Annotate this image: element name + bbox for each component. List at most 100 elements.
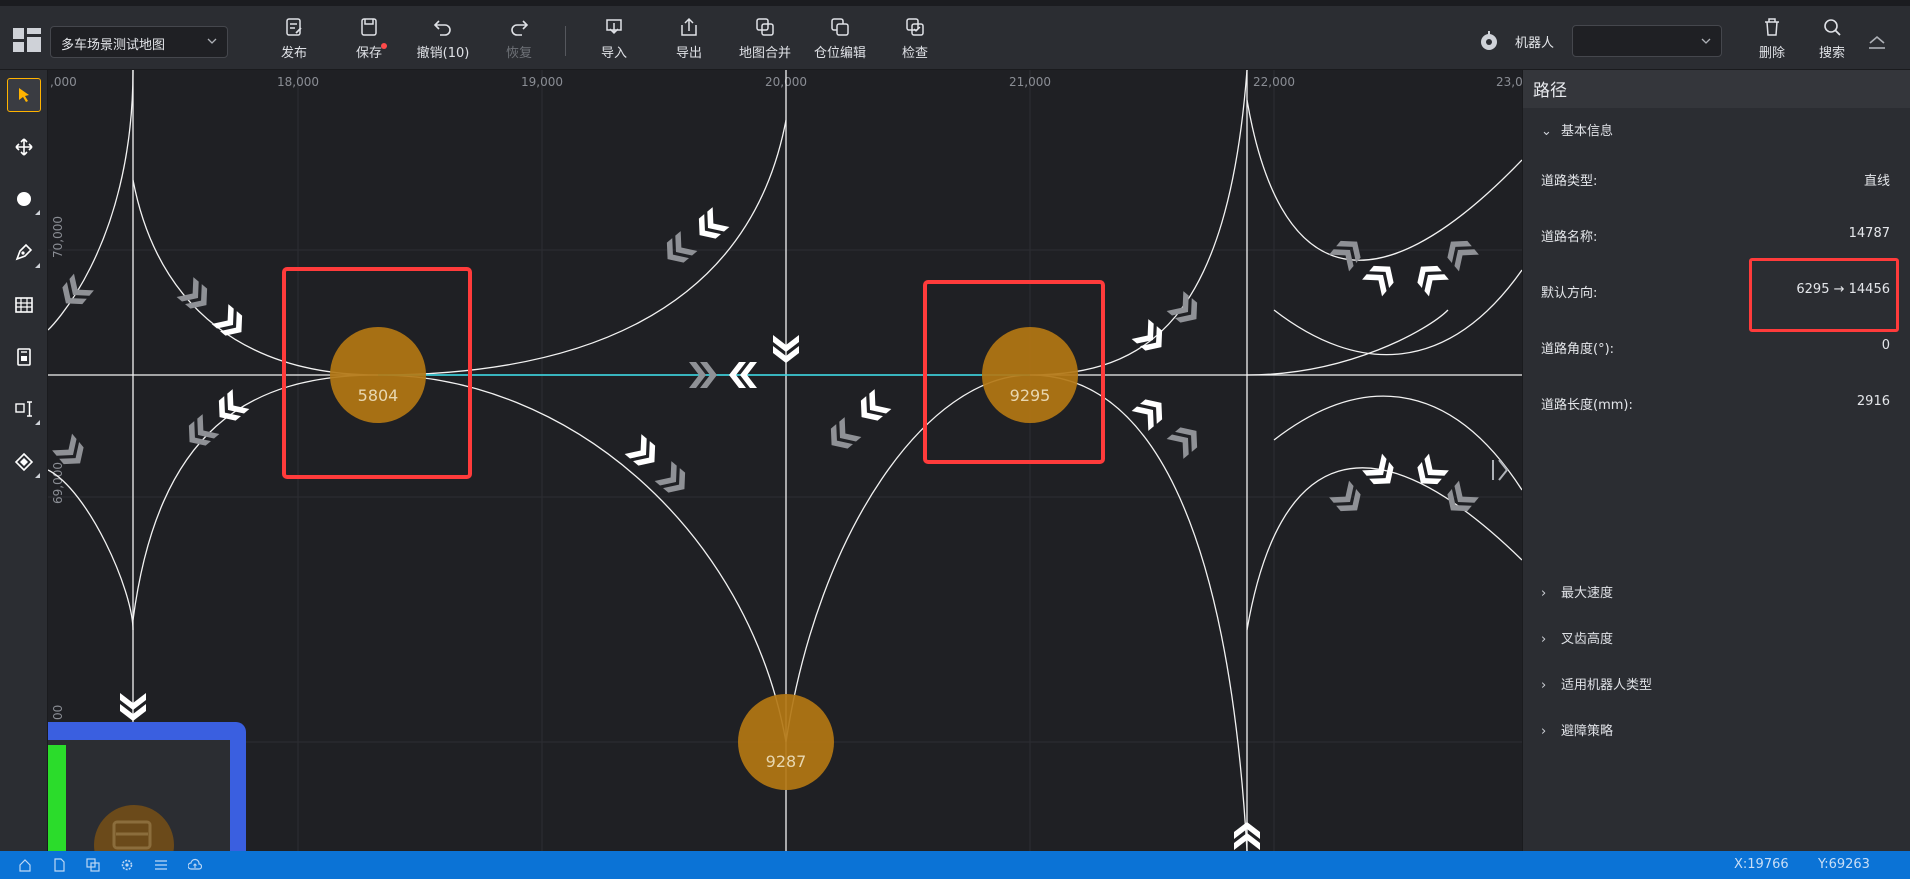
ruler-x-label: 18,000 bbox=[277, 75, 319, 89]
prop-direction-label: 默认方向: bbox=[1541, 286, 1598, 301]
layers-icon[interactable] bbox=[86, 858, 100, 872]
export-button[interactable]: 导出 bbox=[667, 16, 711, 64]
chevron-down-icon bbox=[1701, 38, 1711, 44]
map-drawing[interactable]: ,000 18,000 19,000 20,000 21,000 22,000 … bbox=[48, 70, 1522, 851]
arc bbox=[785, 374, 1031, 743]
node-tool[interactable] bbox=[7, 182, 41, 216]
section-robot-types[interactable]: › 适用机器人类型 bbox=[1541, 674, 1652, 693]
ruler-y-label: 00 bbox=[51, 705, 65, 720]
station-icon bbox=[17, 348, 31, 366]
section-label: 适用机器人类型 bbox=[1561, 678, 1653, 693]
arc bbox=[1246, 467, 1522, 631]
status-bar: X:19766 Y:69263 bbox=[0, 851, 1910, 879]
ruler-x-label: 23,0 bbox=[1496, 75, 1522, 89]
search-label: 搜索 bbox=[1818, 46, 1845, 61]
ruler-x-label: 21,000 bbox=[1009, 75, 1051, 89]
collapse-header-icon[interactable] bbox=[1866, 30, 1888, 52]
trash-icon bbox=[1765, 18, 1779, 36]
section-label: 避障策略 bbox=[1561, 724, 1614, 739]
move-arrows-icon bbox=[15, 138, 33, 156]
chevron-down-icon: ⌄ bbox=[1541, 124, 1552, 139]
bin-edit-button[interactable]: 仓位编辑 bbox=[808, 16, 872, 64]
section-fork-height[interactable]: › 叉齿高度 bbox=[1541, 628, 1613, 647]
ruler-y-label: 69,000 bbox=[51, 462, 65, 504]
chevron-down-icon bbox=[207, 38, 217, 44]
cloud-upload-icon[interactable] bbox=[188, 858, 202, 872]
section-avoidance-strategy[interactable]: › 避障策略 bbox=[1541, 720, 1613, 739]
section-label: 基本信息 bbox=[1561, 124, 1614, 139]
area-tool[interactable] bbox=[7, 445, 41, 479]
undo-label: 撤销(10) bbox=[416, 46, 470, 61]
import-button[interactable]: 导入 bbox=[592, 16, 636, 64]
window-top-strip bbox=[0, 0, 1910, 6]
save-label: 保存 bbox=[355, 46, 382, 61]
robot-icon bbox=[1481, 31, 1497, 50]
submenu-indicator bbox=[35, 473, 40, 478]
merge-icon bbox=[756, 18, 774, 36]
bin-edit-icon bbox=[831, 18, 849, 36]
map-node[interactable]: 9287 bbox=[738, 694, 834, 790]
node-label: 9287 bbox=[766, 752, 807, 771]
submenu-indicator bbox=[35, 420, 40, 425]
search-button[interactable]: 搜索 bbox=[1812, 16, 1852, 64]
app-logo-icon bbox=[13, 28, 41, 52]
publish-icon bbox=[286, 18, 302, 36]
station-tool[interactable] bbox=[7, 340, 41, 374]
save-button[interactable]: 保存 bbox=[347, 16, 391, 64]
prop-road-name-label: 道路名称: bbox=[1541, 230, 1598, 245]
pen-icon bbox=[15, 243, 33, 261]
undo-icon bbox=[433, 20, 451, 36]
publish-button[interactable]: 发布 bbox=[272, 16, 316, 64]
toolbar-divider bbox=[565, 26, 566, 56]
home-icon[interactable] bbox=[18, 858, 32, 872]
robot-label: 机器人 bbox=[1515, 36, 1555, 51]
arc bbox=[1273, 395, 1522, 491]
document-icon[interactable] bbox=[52, 858, 66, 872]
prop-road-type-value: 直线 bbox=[1863, 174, 1890, 189]
check-label: 检查 bbox=[901, 46, 928, 61]
chevron-right-icon: › bbox=[1541, 678, 1547, 693]
delete-button[interactable]: 删除 bbox=[1752, 16, 1792, 64]
gear-icon[interactable] bbox=[120, 858, 134, 872]
save-icon bbox=[361, 18, 377, 36]
cursor-y-readout: Y:69263 bbox=[1818, 857, 1870, 872]
list-icon[interactable] bbox=[154, 858, 168, 872]
highlight-box bbox=[1749, 258, 1899, 332]
label-tool[interactable] bbox=[7, 392, 41, 426]
section-max-speed[interactable]: › 最大速度 bbox=[1541, 582, 1613, 601]
map-merge-label: 地图合并 bbox=[738, 46, 791, 61]
label-text-icon bbox=[15, 401, 32, 417]
map-merge-button[interactable]: 地图合并 bbox=[733, 16, 797, 64]
map-node[interactable]: 9295 bbox=[982, 327, 1078, 423]
undo-button[interactable]: 撤销(10) bbox=[410, 16, 476, 64]
check-button[interactable]: 检查 bbox=[893, 16, 937, 64]
delete-label: 删除 bbox=[1758, 46, 1785, 61]
prop-length-label: 道路长度(mm): bbox=[1541, 398, 1633, 413]
area-polygon-icon bbox=[14, 452, 34, 472]
redo-button[interactable]: 恢复 bbox=[497, 16, 541, 64]
minimap[interactable] bbox=[48, 722, 246, 851]
map-select-value: 多车场景测试地图 bbox=[61, 38, 166, 53]
move-tool[interactable] bbox=[7, 130, 41, 164]
cursor-arrow-icon bbox=[19, 88, 29, 102]
cursor-x-readout: X:19766 bbox=[1734, 857, 1789, 872]
panel-title: 路径 bbox=[1533, 81, 1567, 101]
ruler-x-label: 22,000 bbox=[1253, 75, 1295, 89]
ruler-x-label: 19,000 bbox=[521, 75, 563, 89]
map-select[interactable]: 多车场景测试地图 bbox=[50, 26, 228, 58]
select-tool[interactable] bbox=[7, 78, 41, 112]
ruler-y: 70,000 69,000 00 bbox=[51, 216, 65, 720]
section-basic-info[interactable]: ⌄ 基本信息 bbox=[1541, 120, 1613, 139]
path-pen-tool[interactable] bbox=[7, 235, 41, 269]
map-canvas[interactable]: ,000 18,000 19,000 20,000 21,000 22,000 … bbox=[48, 70, 1522, 851]
submenu-indicator bbox=[35, 263, 40, 268]
panel-toggle-icon[interactable] bbox=[1492, 459, 1509, 481]
map-node[interactable]: 5804 bbox=[330, 327, 426, 423]
shelf-tool[interactable] bbox=[7, 288, 41, 322]
node-label: 5804 bbox=[358, 386, 399, 405]
circle-node-icon bbox=[17, 192, 31, 206]
robot-select[interactable] bbox=[1572, 25, 1722, 57]
prop-angle-label: 道路角度(°): bbox=[1541, 342, 1615, 357]
prop-angle-value: 0 bbox=[1881, 338, 1890, 353]
chevron-right-icon: › bbox=[1541, 724, 1547, 739]
